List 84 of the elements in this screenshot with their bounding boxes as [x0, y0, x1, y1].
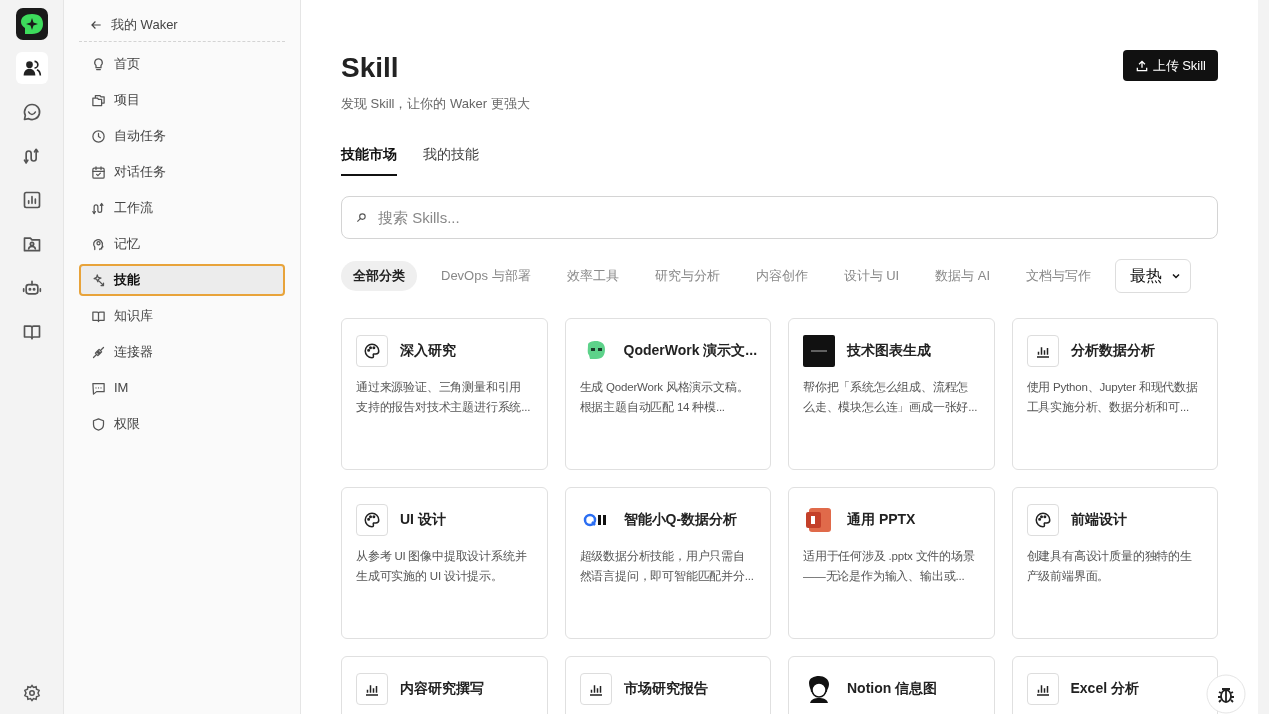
filter-chip[interactable]: DevOps 与部署 [429, 260, 543, 291]
search-field[interactable]: 搜索 Skills... [341, 195, 1218, 239]
card-title: UI 设计 [400, 510, 446, 529]
skill-card[interactable]: Excel 分析 [1011, 655, 1218, 714]
card-description: 适用于任何涉及 .pptx 文件的场景——无论是作为输入、输出或... [803, 548, 976, 584]
sidebar-item[interactable]: 自动任务 [79, 120, 285, 152]
card-description: 使用 Python、Jupyter 和现代数据工具实施分析、数据分析和可... [1026, 379, 1199, 415]
skill-card[interactable]: UI 设计 从参考 UI 图像中提取设计系统并生成可实施的 UI 设计提示。 [341, 486, 548, 639]
card-description: 帮你把「系统怎么组成、流程怎么走、模块怎么连」画成一张好... [803, 379, 979, 415]
back-link[interactable]: 我的 Waker [111, 14, 178, 35]
message-icon [91, 380, 106, 396]
card-title: 通用 PPTX [847, 510, 916, 529]
sort-dropdown[interactable]: 最热 [1115, 258, 1192, 293]
sparkle-cursor-icon [91, 272, 106, 288]
settings-icon[interactable] [22, 684, 41, 702]
card-title: 前端设计 [1070, 510, 1127, 529]
workflow-icon [91, 200, 106, 216]
palette-icon [356, 503, 388, 536]
calendar-icon [91, 164, 106, 180]
sidebar-item[interactable]: 知识库 [79, 300, 285, 332]
filter-chip[interactable]: 设计与 UI [831, 260, 912, 291]
skill-card[interactable]: 市场研究报告 [564, 655, 771, 714]
card-description: 通过来源验证、三角测量和引用支持的报告对技术主题进行系统... [356, 379, 532, 415]
page-title: Skill [341, 51, 400, 85]
card-title: 智能小Q-数据分析 [623, 510, 738, 529]
card-title: 深入研究 [400, 341, 456, 360]
dark-logo-icon [803, 334, 835, 367]
sidebar-item[interactable]: 对话任务 [79, 156, 285, 188]
card-description: 超级数据分析技能，用户只需自然语言提问，即可智能匹配并分... [579, 548, 755, 584]
filter-chip[interactable]: 内容创作 [743, 260, 820, 291]
card-title: 内容研究撰写 [400, 679, 484, 698]
skill-card[interactable]: 分析数据分析 使用 Python、Jupyter 和现代数据工具实施分析、数据分析和可... [1011, 317, 1218, 470]
shield-icon [91, 416, 106, 432]
palette-icon [1026, 503, 1059, 536]
card-description: 从参考 UI 图像中提取设计系统并生成可实施的 UI 设计提示。 [356, 548, 528, 584]
upload-icon [1134, 58, 1149, 73]
bar-chart-icon [356, 672, 388, 705]
filter-chip[interactable]: 研究与分析 [642, 260, 732, 291]
skill-card[interactable]: QoderWork 演示文... 生成 QoderWork 风格演示文稿。根据主题自动匹配 14 种模... [564, 317, 771, 470]
sidebar-item[interactable]: 记忆 [79, 228, 285, 260]
card-title: QoderWork 演示文... [623, 341, 758, 360]
bulb-icon [91, 56, 106, 72]
clock-icon [91, 128, 106, 144]
skill-card[interactable]: 深入研究 通过来源验证、三角测量和引用支持的报告对技术主题进行系统... [341, 317, 548, 470]
tab[interactable]: 我的技能 [423, 143, 479, 176]
sidebar-item[interactable]: IM [79, 372, 285, 404]
head-icon [91, 236, 106, 252]
bug-icon[interactable] [1206, 674, 1246, 714]
filter-chip[interactable]: 数据与 AI [923, 260, 1003, 291]
book-icon [91, 308, 106, 324]
palette-icon [356, 334, 388, 367]
skill-card[interactable]: 内容研究撰写 [341, 655, 548, 714]
search-icon [356, 211, 367, 223]
plug-icon [91, 344, 106, 360]
filter-chip[interactable]: 文档与写作 [1014, 260, 1104, 291]
card-title: 分析数据分析 [1070, 341, 1155, 360]
bar-chart-icon [1026, 672, 1059, 705]
sidebar-item[interactable]: 首页 [79, 48, 285, 80]
page-subtitle: 发现 Skill，让你的 Waker 更强大 [341, 95, 530, 113]
card-description: 生成 QoderWork 风格演示文稿。根据主题自动匹配 14 种模... [579, 379, 750, 415]
filter-chip[interactable]: 效率工具 [554, 260, 631, 291]
skill-card[interactable]: 通用 PPTX 适用于任何涉及 .pptx 文件的场景——无论是作为输入、输出或... [788, 486, 995, 639]
skill-card[interactable]: 智能小Q-数据分析 超级数据分析技能，用户只需自然语言提问，即可智能匹配并分... [564, 486, 771, 639]
bar-chart-icon [579, 672, 612, 705]
sidebar-item[interactable]: 连接器 [79, 336, 285, 368]
tab[interactable]: 技能市场 [341, 143, 397, 176]
card-title: Excel 分析 [1070, 679, 1139, 698]
filter-chip[interactable]: 全部分类 [341, 260, 417, 291]
app-logo[interactable] [15, 8, 48, 40]
card-description: 创建具有高设计质量的独特的生产级前端界面。 [1026, 548, 1193, 584]
card-title: 技术图表生成 [847, 341, 931, 360]
people-icon[interactable] [15, 52, 48, 84]
bar-chart-icon [1026, 334, 1059, 367]
skill-card[interactable]: 技术图表生成 帮你把「系统怎么组成、流程怎么走、模块怎么连」画成一张好... [788, 317, 995, 470]
skill-card[interactable]: 前端设计 创建具有高设计质量的独特的生产级前端界面。 [1011, 486, 1218, 639]
sidebar-item[interactable]: 权限 [79, 408, 285, 440]
skill-card[interactable]: Notion 信息图 [788, 655, 995, 714]
upload-button[interactable]: 上传 Skill [1122, 50, 1218, 81]
card-title: Notion 信息图 [847, 679, 938, 698]
sidebar-item[interactable]: 项目 [79, 84, 285, 116]
card-title: 市场研究报告 [623, 679, 708, 698]
sidebar-item[interactable]: 技能 [79, 264, 285, 296]
folders-icon [91, 92, 106, 108]
sidebar-item[interactable]: 工作流 [79, 192, 285, 224]
